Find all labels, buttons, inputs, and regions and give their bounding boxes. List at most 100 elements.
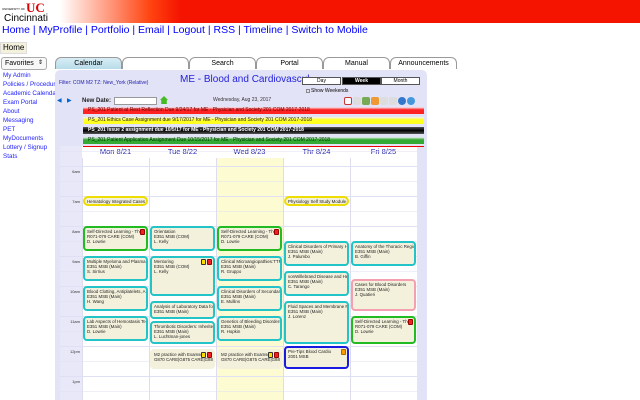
event-detail: H. Wang xyxy=(87,299,104,304)
sidebar-item-my-admin[interactable]: My Admin xyxy=(3,72,62,80)
nav-link-portfolio[interactable]: Portfolio xyxy=(91,24,130,36)
next-week-arrow-icon[interactable]: ▶ xyxy=(67,97,72,104)
calendar-event[interactable]: Self-Directed Learning - The R071-079 CAR… xyxy=(83,226,148,251)
event-title: Physiology Self Study Module xyxy=(288,199,347,204)
event-detail: 2001 MSB xyxy=(288,354,309,359)
info-icon[interactable] xyxy=(398,97,406,105)
hour-label: 12pm xyxy=(69,349,80,354)
sidebar-item-exam-portal[interactable]: Exam Portal xyxy=(3,99,62,107)
calendar-event[interactable]: Anatomy of the Thoracic Regio E351 MSB (M… xyxy=(351,241,416,266)
favorites-select[interactable]: Favorites ⇕ xyxy=(1,57,47,70)
tab-calendar[interactable]: Calendar xyxy=(55,57,122,69)
hour-line xyxy=(60,376,417,377)
sidebar-item-stats[interactable]: Stats xyxy=(3,153,62,161)
nav-link-myprofile[interactable]: MyProfile xyxy=(39,24,83,36)
calendar-event[interactable]: Thrombotic Disorders: Inherited E351 MSB … xyxy=(150,321,215,344)
hour-line xyxy=(60,391,417,392)
event-attachment-icon[interactable] xyxy=(201,259,206,265)
tab-blank[interactable] xyxy=(122,57,189,69)
nav-link-timeline[interactable]: Timeline xyxy=(243,24,282,36)
calendar-event[interactable]: Fluid Spaces and Membrane Pr E351 MSB (Ma… xyxy=(284,301,349,344)
calendar-event[interactable]: Genetics of Bleeding Disorders E351 MSB (… xyxy=(217,316,282,341)
banner-assignment[interactable]: PS_201 Patient Application Assignment Du… xyxy=(83,137,424,144)
banner-assignment[interactable]: PS_201 Ethics Case Assignment due 9/17/2… xyxy=(83,117,424,124)
sidebar-item-messaging[interactable]: Messaging xyxy=(3,117,62,125)
calendar-event[interactable]: Physiology Self Study Module xyxy=(284,196,349,206)
nav-link-rss[interactable]: RSS xyxy=(214,24,236,36)
tab-announcements[interactable]: Announcements xyxy=(390,57,457,69)
view-month-button[interactable]: Month xyxy=(381,77,420,85)
sidebar-item-lottery-signup[interactable]: Lottery / Signup xyxy=(3,144,62,152)
event-detail: E. Mullins xyxy=(221,299,241,304)
show-weekends-checkbox[interactable]: Show Weekends xyxy=(306,88,348,94)
event-title: Cases for Blood Disorders xyxy=(355,281,407,287)
view-day-button[interactable]: Day xyxy=(302,77,341,85)
tab-portal[interactable]: Portal xyxy=(256,57,323,69)
event-note-icon[interactable] xyxy=(408,319,413,325)
view-week-button[interactable]: Week xyxy=(342,77,381,85)
nav-link-switch-to-mobile[interactable]: Switch to Mobile xyxy=(291,24,367,36)
event-note-icon[interactable] xyxy=(274,229,279,235)
add-user-icon[interactable] xyxy=(362,97,370,105)
calendar-event[interactable]: Lab Aspects of Hemostasis Tes E351 MSB (M… xyxy=(83,316,148,341)
calendar-event[interactable]: Clinical Disorders of Primary He E351 MSB… xyxy=(284,241,349,266)
calendar-toolbar xyxy=(344,97,416,106)
calendar-event[interactable]: Blood Clotting, Antiplatelets, A E351 MSB… xyxy=(83,286,148,311)
hour-label: 6am xyxy=(72,169,80,174)
calendar-event[interactable]: Cases for Blood Disorders E351 MSB (Main)… xyxy=(351,278,416,311)
event-note-icon[interactable] xyxy=(274,351,279,358)
banner-assignment[interactable]: PS_201 Patient at Rest Reflection Due 9/… xyxy=(83,107,424,114)
calendar-event[interactable]: Clinical Disorders of Secondary E351 MSB … xyxy=(217,286,282,311)
sidebar-item-about[interactable]: About xyxy=(3,108,62,116)
event-detail: L. Luchtman-jones xyxy=(154,334,191,339)
calendar-filter[interactable]: Filter: COM M2 TZ: New_York (Relative) xyxy=(59,80,148,86)
hour-label: 7am xyxy=(72,199,80,204)
event-detail: R. Hopkin xyxy=(221,329,241,334)
event-note-icon[interactable] xyxy=(207,259,212,265)
top-nav: Home | MyProfile | Portfolio | Email | L… xyxy=(2,24,368,36)
list-alt-icon[interactable] xyxy=(389,97,397,105)
calendar-event[interactable]: Clinical Microangiopathies:TTP E351 MSB (… xyxy=(217,256,282,281)
event-detail: J. Lorenz xyxy=(288,314,307,319)
calendar-event[interactable]: Orientation E351 MSB (COM) L. Kelly xyxy=(150,226,215,251)
new-date-input[interactable] xyxy=(114,97,157,105)
calendar-event[interactable]: Mentoring E351 MSB (COM) L. Kelly xyxy=(150,256,215,296)
event-title: Hematology Integrated Cases xyxy=(87,199,146,204)
sidebar-item-mydocuments[interactable]: MyDocuments xyxy=(3,135,62,143)
calendar-event[interactable]: Analysis of Laboratory Data for E351 MSB … xyxy=(150,301,215,319)
nav-link-email[interactable]: Email xyxy=(138,24,164,36)
tab-manual[interactable]: Manual xyxy=(323,57,390,69)
chevron-updown-icon: ⇕ xyxy=(37,60,43,66)
calendar-event[interactable]: Multiple Myeloma and Plasma E351 MSB (Mai… xyxy=(83,256,148,281)
calendar-event[interactable]: M2 practice with Examsoft G870 CARE|G875 … xyxy=(217,348,282,369)
prev-week-arrow-icon[interactable]: ◀ xyxy=(57,97,62,104)
calendar-event[interactable]: M2 practice with Examsoft G870 CARE|G875 … xyxy=(150,348,215,369)
calendar-event[interactable]: Hematology Integrated Cases xyxy=(83,196,148,206)
pdf-icon[interactable] xyxy=(344,97,352,105)
hour-line xyxy=(60,166,417,167)
sidebar-item-policies-procedures[interactable]: Policies / Procedures xyxy=(3,81,62,89)
event-note-icon[interactable] xyxy=(140,229,145,235)
sidebar-item-academic-calendars[interactable]: Academic Calendars xyxy=(3,90,62,98)
sidebar-item-pet[interactable]: PET xyxy=(3,126,62,134)
current-date: Wednesday, Aug 23, 2017 xyxy=(213,97,272,103)
list-icon[interactable] xyxy=(380,97,388,105)
show-weekends-label: Show Weekends xyxy=(311,88,349,94)
nav-link-home[interactable]: Home xyxy=(2,24,30,36)
group-icon[interactable] xyxy=(371,97,379,105)
event-note-icon[interactable] xyxy=(341,349,346,355)
calendar-event[interactable]: vonWillebrand Disease and He E351 MSB (Ma… xyxy=(284,271,349,296)
calendar-event[interactable]: Pre-Tips Blood Cardio 2001 MSB xyxy=(284,346,349,369)
event-attachment-icon[interactable] xyxy=(268,351,273,358)
tab-search[interactable]: Search xyxy=(189,57,256,69)
calendar-export-icon[interactable] xyxy=(353,97,361,105)
calendar-event[interactable]: Self-Directed Learning - The R071-079 CAR… xyxy=(217,226,282,251)
help-icon[interactable] xyxy=(407,97,415,105)
breadcrumb-home[interactable]: Home xyxy=(0,42,28,54)
banner-assignment[interactable]: PS_201 Issue 2 assignment due 10/5/17 fo… xyxy=(83,127,424,134)
event-attachment-icon[interactable] xyxy=(201,351,206,358)
nav-separator: | xyxy=(129,24,138,36)
nav-link-logout[interactable]: Logout xyxy=(173,24,205,36)
calendar-event[interactable]: Self-Directed Learning - The R071-079 CAR… xyxy=(351,316,416,344)
event-note-icon[interactable] xyxy=(207,351,212,358)
